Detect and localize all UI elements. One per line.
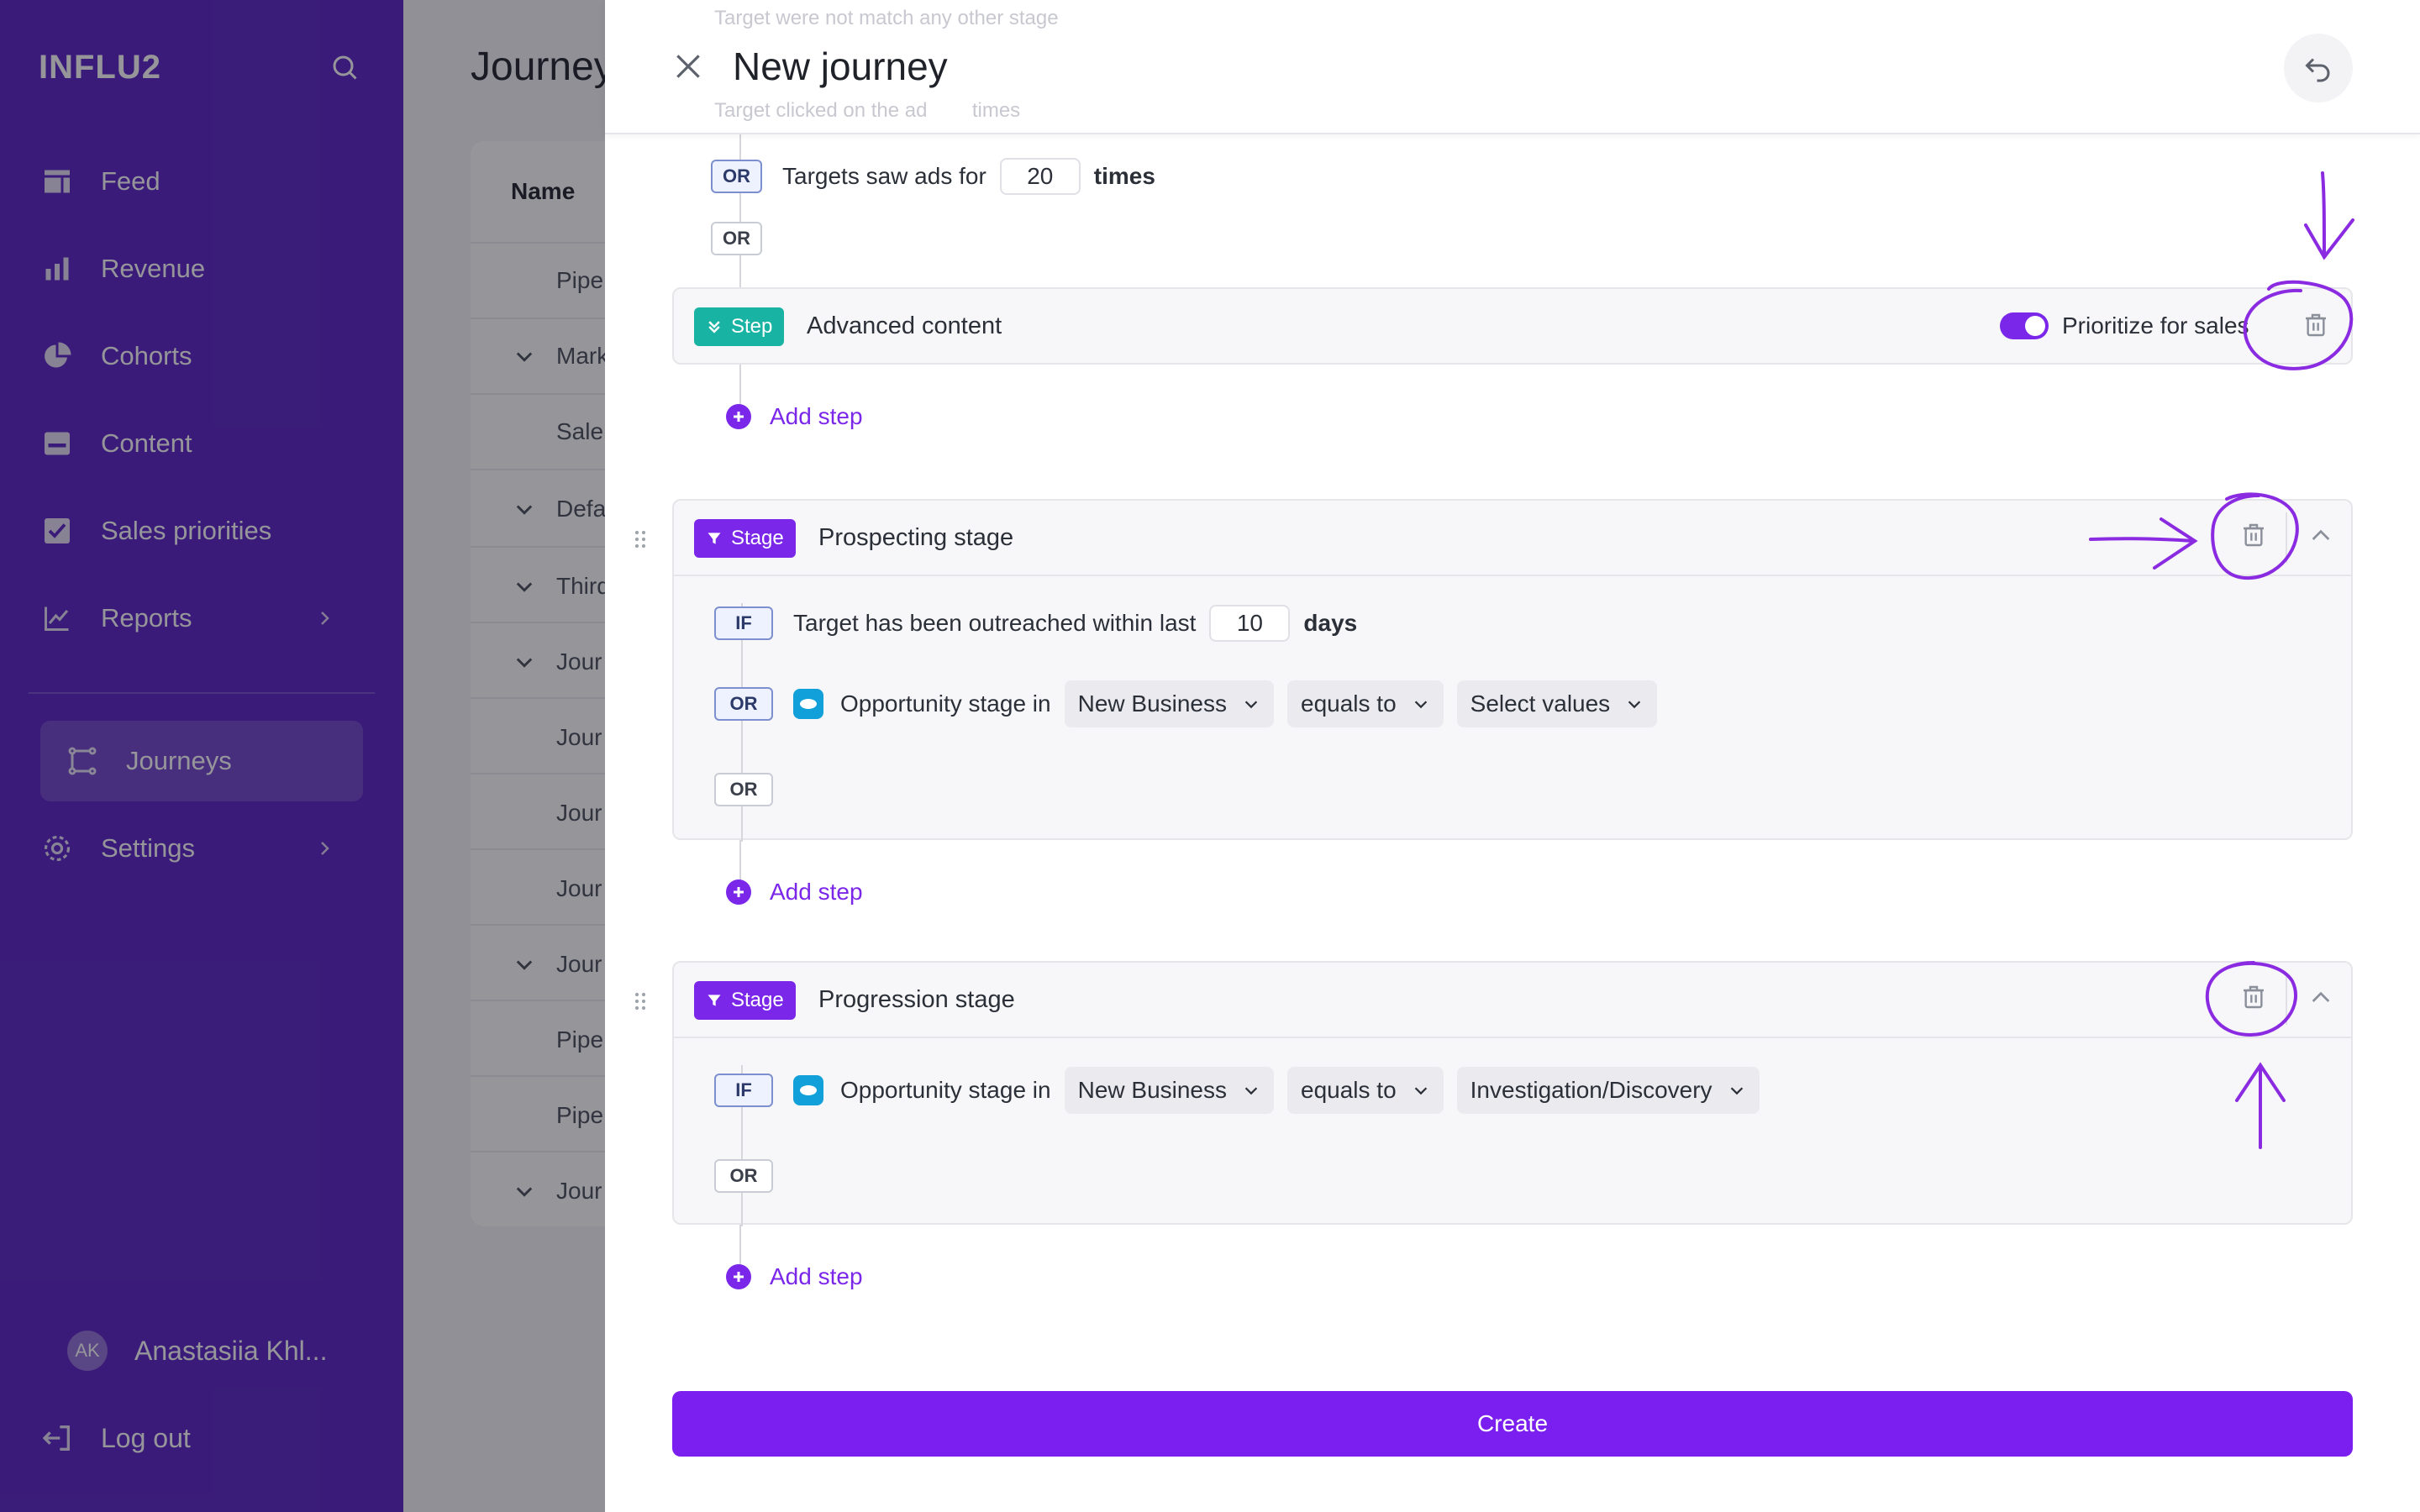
plus-icon — [726, 404, 751, 429]
step-pill: Step — [694, 307, 785, 346]
chevron-up-icon[interactable] — [2307, 984, 2334, 1011]
salesforce-icon — [793, 1075, 823, 1105]
chevron-down-icon — [1244, 701, 1258, 709]
add-step-button[interactable]: Add step — [726, 1263, 863, 1290]
step-card: Step Advanced content Prioritize for sal… — [672, 287, 2353, 365]
if-badge[interactable]: IF — [714, 606, 773, 640]
trash-icon[interactable] — [2240, 983, 2267, 1011]
condition-row: IF Opportunity stage in New Business equ… — [714, 1067, 1773, 1114]
stage-title[interactable]: Prospecting stage — [818, 524, 1013, 552]
condition-unit: days — [1303, 610, 1358, 636]
stage-card-progression: Stage Progression stage IF Opportunity s… — [672, 961, 2353, 1226]
scrolled-content-hint: Target were not match any other stage — [714, 7, 1059, 29]
stage-card-prospecting: Stage Prospecting stage IF Target has be… — [672, 499, 2353, 842]
condition-unit: times — [1093, 163, 1155, 189]
create-button[interactable]: Create — [672, 1391, 2353, 1457]
stage-pill: Stage — [694, 519, 796, 558]
step-title: Advanced content — [807, 312, 1002, 339]
condition-text: Target has been outreached within last — [793, 610, 1197, 636]
add-step-button[interactable]: Add step — [726, 403, 863, 430]
or-add-condition-button[interactable]: OR — [714, 1159, 773, 1193]
header-divider — [2286, 512, 2287, 563]
operator-select[interactable]: equals to — [1287, 1067, 1444, 1114]
scrolled-content-hint: Target clicked on the ad times — [714, 99, 1021, 122]
chevron-down-icon — [1414, 701, 1427, 709]
modal-header: Target were not match any other stage Ta… — [605, 0, 2420, 134]
chevron-down-icon — [1244, 1087, 1258, 1095]
condition-text: Targets saw ads for — [782, 163, 986, 189]
or-row: OR — [711, 222, 762, 255]
chevron-down-icon — [1414, 1087, 1427, 1095]
drag-handle-icon[interactable] — [634, 991, 647, 1011]
close-icon[interactable] — [672, 50, 704, 82]
undo-icon — [2305, 58, 2330, 82]
values-select[interactable]: Investigation/Discovery — [1456, 1067, 1760, 1114]
chevrons-down-icon — [708, 321, 720, 333]
or-row: OR — [714, 773, 773, 806]
modal-title: New journey — [733, 45, 948, 88]
operator-select[interactable]: equals to — [1287, 680, 1444, 727]
condition-row: OR Targets saw ads for 20 times — [711, 158, 1155, 195]
condition-text: Opportunity stage in — [840, 690, 1051, 717]
stage-pill: Stage — [694, 981, 796, 1020]
chevron-down-icon — [1730, 1087, 1743, 1095]
condition-text: Opportunity stage in — [840, 1077, 1051, 1103]
or-add-condition-button[interactable]: OR — [714, 773, 773, 806]
chevron-up-icon[interactable] — [2307, 522, 2334, 549]
opportunity-type-select[interactable]: New Business — [1064, 1067, 1274, 1114]
filter-icon — [708, 533, 721, 544]
plus-icon — [726, 1264, 751, 1289]
prioritize-toggle[interactable] — [2000, 312, 2049, 339]
opportunity-type-select[interactable]: New Business — [1064, 680, 1274, 727]
or-badge[interactable]: OR — [714, 687, 773, 721]
annotation-arrowhead — [2304, 218, 2354, 260]
new-journey-modal: Target were not match any other stage Ta… — [605, 0, 2420, 1512]
or-add-condition-button[interactable]: OR — [711, 222, 762, 255]
condition-row: OR Opportunity stage in New Business equ… — [714, 680, 1670, 727]
trash-icon[interactable] — [2302, 311, 2329, 339]
trash-icon[interactable] — [2240, 521, 2267, 549]
days-input[interactable]: 10 — [1209, 605, 1291, 642]
annotation-arrow — [2321, 171, 2326, 259]
header-divider — [2286, 974, 2287, 1025]
add-step-button[interactable]: Add step — [726, 879, 863, 906]
drag-handle-icon[interactable] — [634, 529, 647, 549]
stage-title[interactable]: Progression stage — [818, 986, 1015, 1014]
or-badge[interactable]: OR — [711, 160, 762, 193]
condition-row: IF Target has been outreached within las… — [714, 605, 1357, 642]
modal-backdrop[interactable] — [0, 0, 605, 1512]
prioritize-label: Prioritize for sales — [2062, 312, 2249, 339]
undo-button[interactable] — [2284, 34, 2353, 102]
or-row: OR — [714, 1159, 773, 1193]
chevron-down-icon — [1628, 701, 1641, 709]
values-select[interactable]: Select values — [1456, 680, 1658, 727]
if-badge[interactable]: IF — [714, 1074, 773, 1107]
plus-icon — [726, 879, 751, 905]
salesforce-icon — [793, 689, 823, 719]
filter-icon — [708, 995, 721, 1006]
times-input[interactable]: 20 — [999, 158, 1081, 195]
